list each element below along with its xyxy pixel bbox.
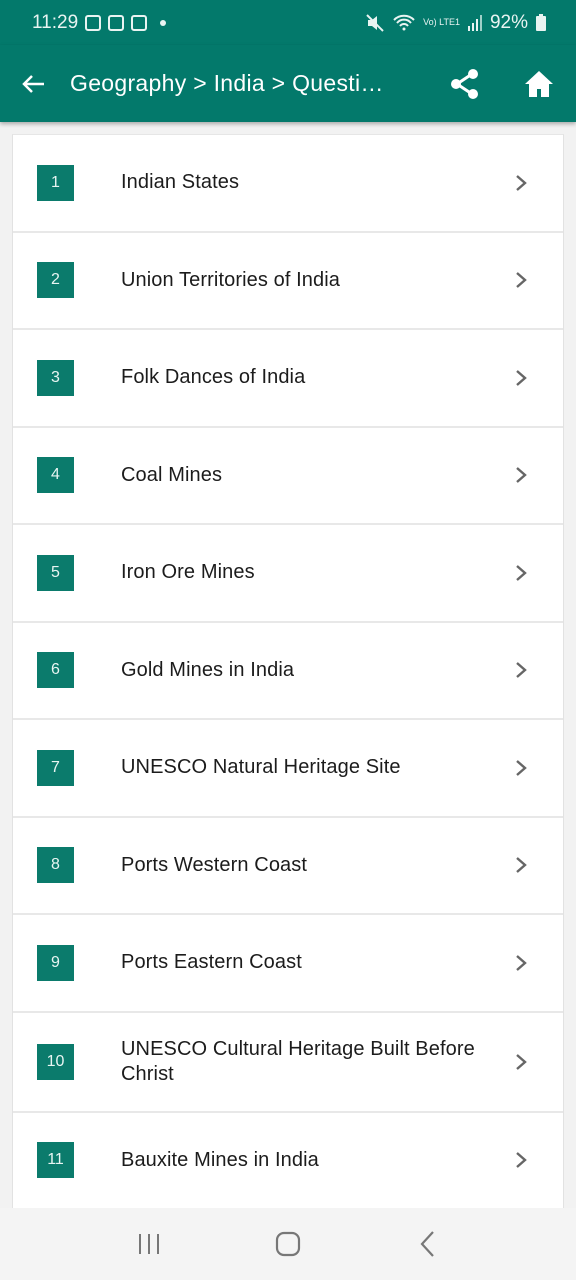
chevron-right-icon bbox=[516, 564, 527, 581]
home-nav-button[interactable] bbox=[258, 1219, 318, 1269]
list-item[interactable]: 9 Ports Eastern Coast bbox=[13, 915, 563, 1013]
list-item[interactable]: 1 Indian States bbox=[13, 135, 563, 233]
list-item[interactable]: 7 UNESCO Natural Heritage Site bbox=[13, 720, 563, 818]
item-label: Ports Eastern Coast bbox=[121, 951, 302, 974]
item-label: Gold Mines in India bbox=[121, 658, 295, 681]
back-button[interactable] bbox=[0, 45, 70, 122]
list-item[interactable]: 10 UNESCO Cultural Heritage Built Before … bbox=[13, 1013, 563, 1113]
task-notification-icon bbox=[131, 14, 148, 31]
chevron-right-icon bbox=[516, 272, 527, 289]
status-bar: 11:29 Vo) LTE1 92% bbox=[0, 0, 576, 45]
chevron-right-icon bbox=[516, 954, 527, 971]
item-number-badge: 5 bbox=[37, 554, 74, 591]
topic-list: 1 Indian States 2 Union Territories of Indi… bbox=[12, 134, 564, 1210]
item-label: UNESCO Natural Heritage Site bbox=[121, 756, 401, 779]
chevron-right-icon bbox=[516, 857, 527, 874]
network-label: Vo) LTE1 bbox=[423, 17, 460, 27]
item-number-badge: 4 bbox=[37, 457, 74, 494]
system-nav-bar bbox=[0, 1208, 576, 1280]
arrow-left-icon bbox=[22, 74, 44, 93]
home-icon bbox=[525, 70, 553, 97]
back-chevron-icon bbox=[420, 1231, 434, 1257]
list-item[interactable]: 4 Coal Mines bbox=[13, 428, 563, 525]
item-number-badge: 3 bbox=[37, 359, 74, 396]
item-label: Coal Mines bbox=[121, 463, 223, 486]
item-number-badge: 10 bbox=[37, 1043, 74, 1080]
item-number-badge: 2 bbox=[37, 262, 74, 299]
chevron-right-icon bbox=[516, 174, 527, 191]
item-number-badge: 9 bbox=[37, 944, 74, 981]
item-label: Folk Dances of India bbox=[121, 366, 306, 389]
item-number-badge: 1 bbox=[37, 164, 74, 201]
signal-icon bbox=[467, 14, 482, 31]
chevron-right-icon bbox=[516, 467, 527, 484]
item-label: Indian States bbox=[121, 171, 240, 194]
gallery-notification-icon bbox=[85, 14, 102, 31]
list-item[interactable]: 8 Ports Western Coast bbox=[13, 818, 563, 915]
list-item[interactable]: 6 Gold Mines in India bbox=[13, 623, 563, 720]
item-number-badge: 7 bbox=[37, 749, 74, 786]
item-number-badge: 6 bbox=[37, 652, 74, 689]
share-button[interactable] bbox=[428, 45, 502, 122]
wifi-icon bbox=[393, 14, 415, 30]
list-item[interactable]: 11 Bauxite Mines in India bbox=[13, 1113, 563, 1210]
battery-icon bbox=[536, 14, 546, 31]
home-button[interactable] bbox=[502, 45, 576, 122]
chevron-right-icon bbox=[516, 369, 527, 386]
chevron-right-icon bbox=[516, 1053, 527, 1070]
share-icon bbox=[451, 68, 478, 99]
list-item[interactable]: 5 Iron Ore Mines bbox=[13, 525, 563, 623]
chevron-right-icon bbox=[516, 759, 527, 776]
mute-icon bbox=[366, 13, 384, 32]
item-label: Iron Ore Mines bbox=[121, 561, 255, 584]
breadcrumb-title: Geography > India > Questi… bbox=[70, 70, 384, 96]
list-item[interactable]: 2 Union Territories of India bbox=[13, 233, 563, 330]
home-circle-icon bbox=[275, 1231, 301, 1257]
recent-apps-button[interactable] bbox=[119, 1219, 179, 1269]
list-item[interactable]: 3 Folk Dances of India bbox=[13, 330, 563, 428]
item-label: UNESCO Cultural Heritage Built Before Ch… bbox=[121, 1037, 475, 1085]
back-nav-button[interactable] bbox=[397, 1219, 457, 1269]
chevron-right-icon bbox=[516, 1152, 527, 1169]
more-notifications-dot-icon bbox=[160, 19, 167, 26]
item-label: Ports Western Coast bbox=[121, 853, 308, 876]
battery-percent: 92% bbox=[489, 11, 528, 33]
calendar-notification-icon bbox=[108, 14, 125, 31]
item-label: Union Territories of India bbox=[121, 268, 341, 291]
status-time: 11:29 bbox=[32, 11, 79, 33]
item-number-badge: 8 bbox=[37, 847, 74, 884]
item-number-badge: 11 bbox=[37, 1142, 74, 1179]
chevron-right-icon bbox=[516, 662, 527, 679]
recent-apps-icon bbox=[139, 1234, 160, 1254]
app-bar: Geography > India > Questi… bbox=[0, 45, 576, 122]
item-label: Bauxite Mines in India bbox=[121, 1148, 319, 1171]
